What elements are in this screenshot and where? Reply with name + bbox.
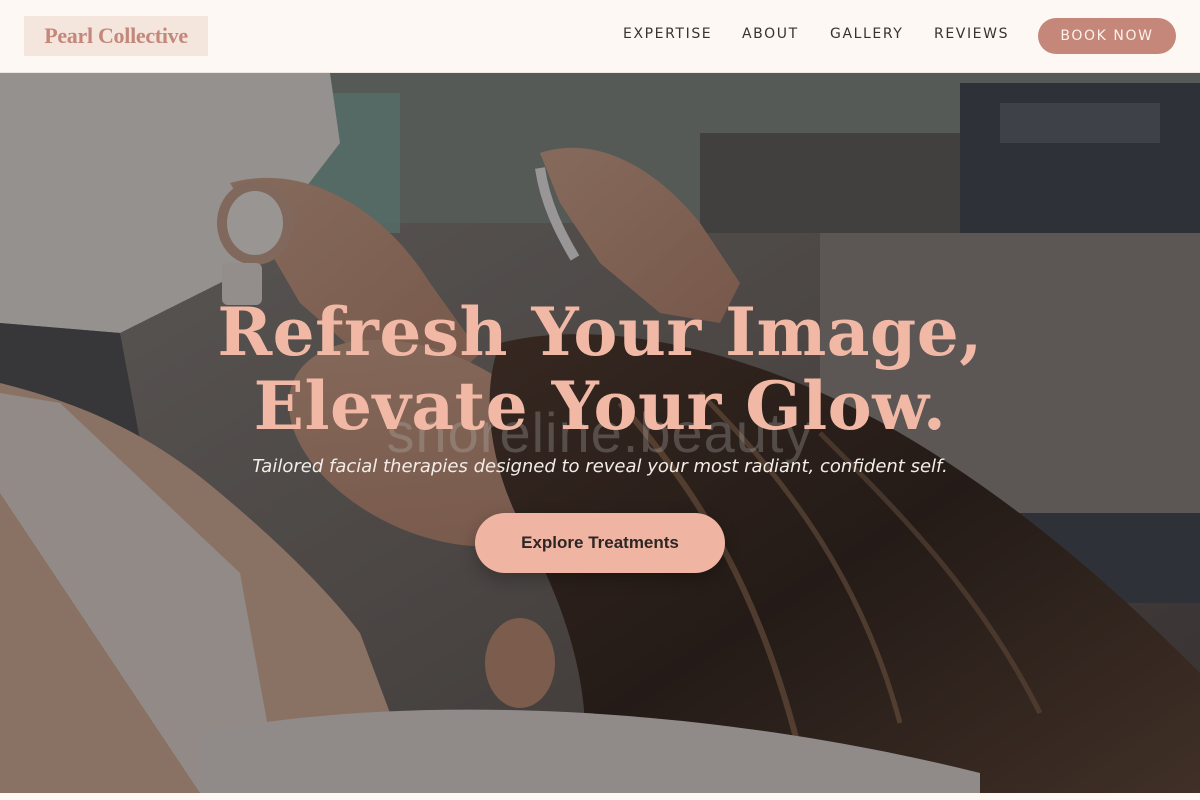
nav-link-about[interactable]: ABOUT bbox=[742, 26, 799, 42]
nav-link-reviews[interactable]: REVIEWS bbox=[934, 26, 1009, 42]
hero-headline-line-1: Refresh Your Image, bbox=[217, 293, 983, 371]
hero-headline: Refresh Your Image, Elevate Your Glow. bbox=[0, 295, 1200, 443]
book-now-button[interactable]: BOOK NOW bbox=[1038, 18, 1176, 54]
nav-link-expertise[interactable]: EXPERTISE bbox=[623, 26, 712, 42]
hero-headline-line-2: Elevate Your Glow. bbox=[253, 367, 947, 445]
hero-section: shoreline.beauty Refresh Your Image, Ele… bbox=[0, 73, 1200, 793]
brand-logo[interactable]: Pearl Collective bbox=[24, 16, 208, 56]
hero-subheading: Tailored facial therapies designed to re… bbox=[252, 456, 948, 477]
nav-link-gallery[interactable]: GALLERY bbox=[830, 26, 903, 42]
explore-treatments-button[interactable]: Explore Treatments bbox=[475, 513, 725, 573]
brand-logo-text: Pearl Collective bbox=[44, 23, 188, 48]
site-header: Pearl Collective EXPERTISE ABOUT GALLERY… bbox=[0, 0, 1200, 73]
page-bottom-strip bbox=[0, 793, 1200, 800]
